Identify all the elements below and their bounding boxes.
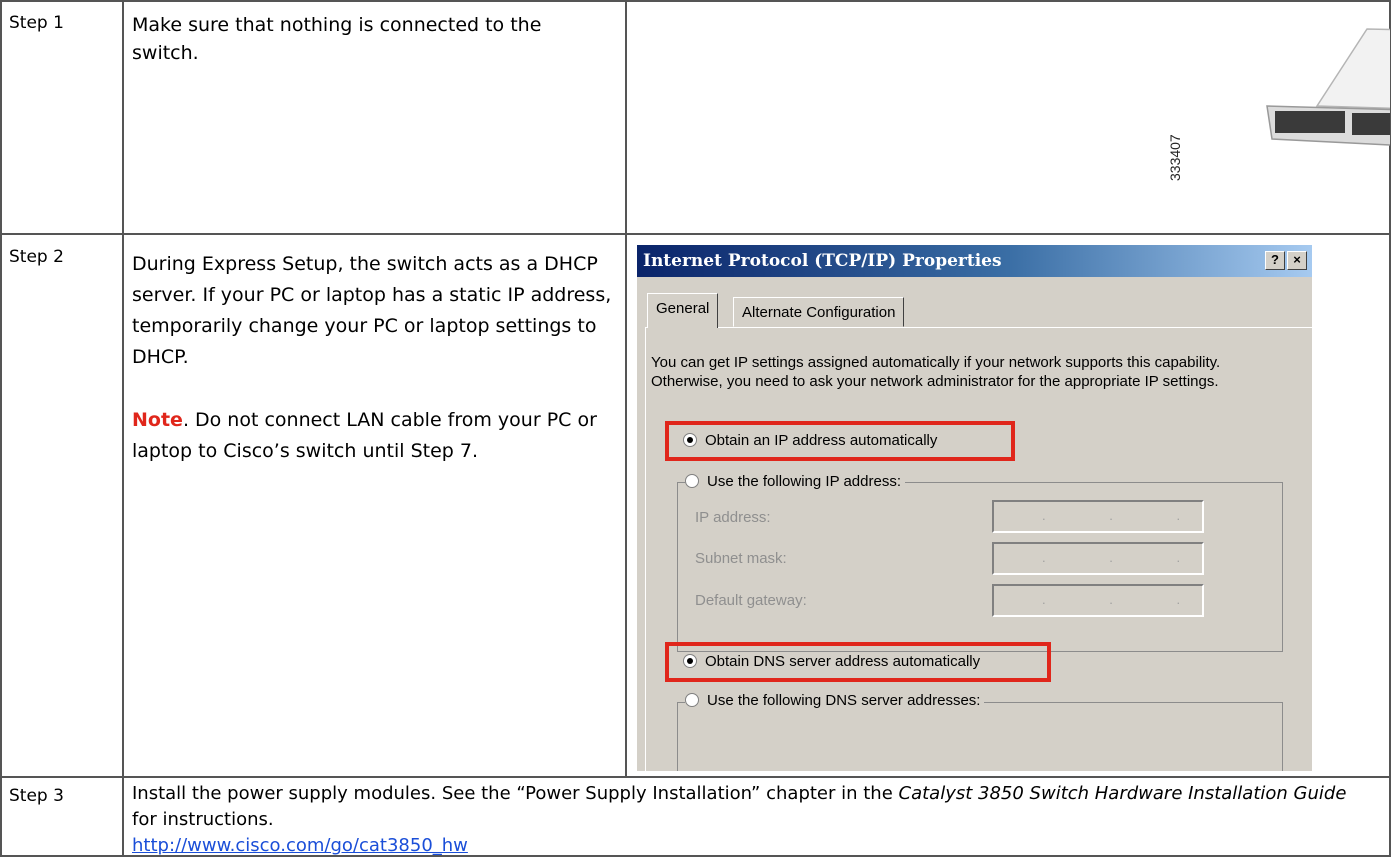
step3-text-after: for instructions. xyxy=(132,809,274,830)
step1-label: Step 1 xyxy=(9,13,64,33)
tab-general[interactable]: General xyxy=(647,293,719,328)
step1-text-cell: Make sure that nothing is connected to t… xyxy=(123,0,626,234)
step3-label: Step 3 xyxy=(9,786,64,806)
radio-use-following-ip-label: Use the following IP address: xyxy=(707,473,901,490)
radio-unselected-icon xyxy=(685,474,699,488)
default-gateway-label: Default gateway: xyxy=(695,592,807,609)
close-button[interactable]: × xyxy=(1287,251,1307,270)
radio-selected-icon xyxy=(683,654,697,668)
dns-groupbox xyxy=(677,702,1283,771)
hardware-guide-link[interactable]: http://www.cisco.com/go/cat3850_hw xyxy=(132,835,468,856)
intro-text: You can get IP settings assigned automat… xyxy=(651,354,1221,390)
step2-label: Step 2 xyxy=(9,247,64,267)
step3-label-cell: Step 3 xyxy=(0,777,123,857)
step1-text: Make sure that nothing is connected to t… xyxy=(132,14,542,64)
note-label: Note xyxy=(132,409,183,431)
radio-unselected-icon xyxy=(685,693,699,707)
radio-obtain-dns-auto-label: Obtain DNS server address automatically xyxy=(705,653,981,670)
help-button[interactable]: ? xyxy=(1265,251,1285,270)
tab-alternate-configuration[interactable]: Alternate Configuration xyxy=(733,297,905,327)
step1-image-cell: 333407 xyxy=(626,0,1391,234)
tcpip-properties-dialog: Internet Protocol (TCP/IP) Properties ? … xyxy=(637,245,1312,771)
step2-note: Note. Do not connect LAN cable from your… xyxy=(132,405,612,467)
figure-number: 333407 xyxy=(1167,134,1183,181)
switch-no-cable-illustration xyxy=(1266,28,1390,146)
step1-label-cell: Step 1 xyxy=(0,0,123,234)
subnet-mask-label: Subnet mask: xyxy=(695,550,787,567)
radio-selected-icon xyxy=(683,433,697,447)
radio-obtain-ip-auto-label: Obtain an IP address automatically xyxy=(705,432,938,449)
subnet-mask-field[interactable]: . . . xyxy=(992,542,1204,575)
default-gateway-field[interactable]: . . . xyxy=(992,584,1204,617)
note-text: . Do not connect LAN cable from your PC … xyxy=(132,409,597,462)
step3-text: Install the power supply modules. See th… xyxy=(132,781,1372,856)
radio-use-following-dns-label: Use the following DNS server addresses: xyxy=(707,692,981,709)
radio-obtain-ip-auto[interactable]: Obtain an IP address automatically xyxy=(683,432,937,449)
ip-address-field[interactable]: . . . xyxy=(992,500,1204,533)
step3-text-cell: Install the power supply modules. See th… xyxy=(123,777,1391,857)
step3-text-before: Install the power supply modules. See th… xyxy=(132,783,899,804)
dialog-titlebar: Internet Protocol (TCP/IP) Properties ? … xyxy=(637,245,1312,277)
step2-text: During Express Setup, the switch acts as… xyxy=(132,253,612,368)
dialog-title: Internet Protocol (TCP/IP) Properties xyxy=(643,251,1002,271)
step2-label-cell: Step 2 xyxy=(0,234,123,777)
guide-title: Catalyst 3850 Switch Hardware Installati… xyxy=(898,783,1347,804)
ip-address-label: IP address: xyxy=(695,509,771,526)
radio-use-following-ip[interactable]: Use the following IP address: xyxy=(685,473,905,490)
step2-text-cell: During Express Setup, the switch acts as… xyxy=(123,234,626,777)
radio-use-following-dns[interactable]: Use the following DNS server addresses: xyxy=(685,692,985,709)
radio-obtain-dns-auto[interactable]: Obtain DNS server address automatically xyxy=(683,653,980,670)
